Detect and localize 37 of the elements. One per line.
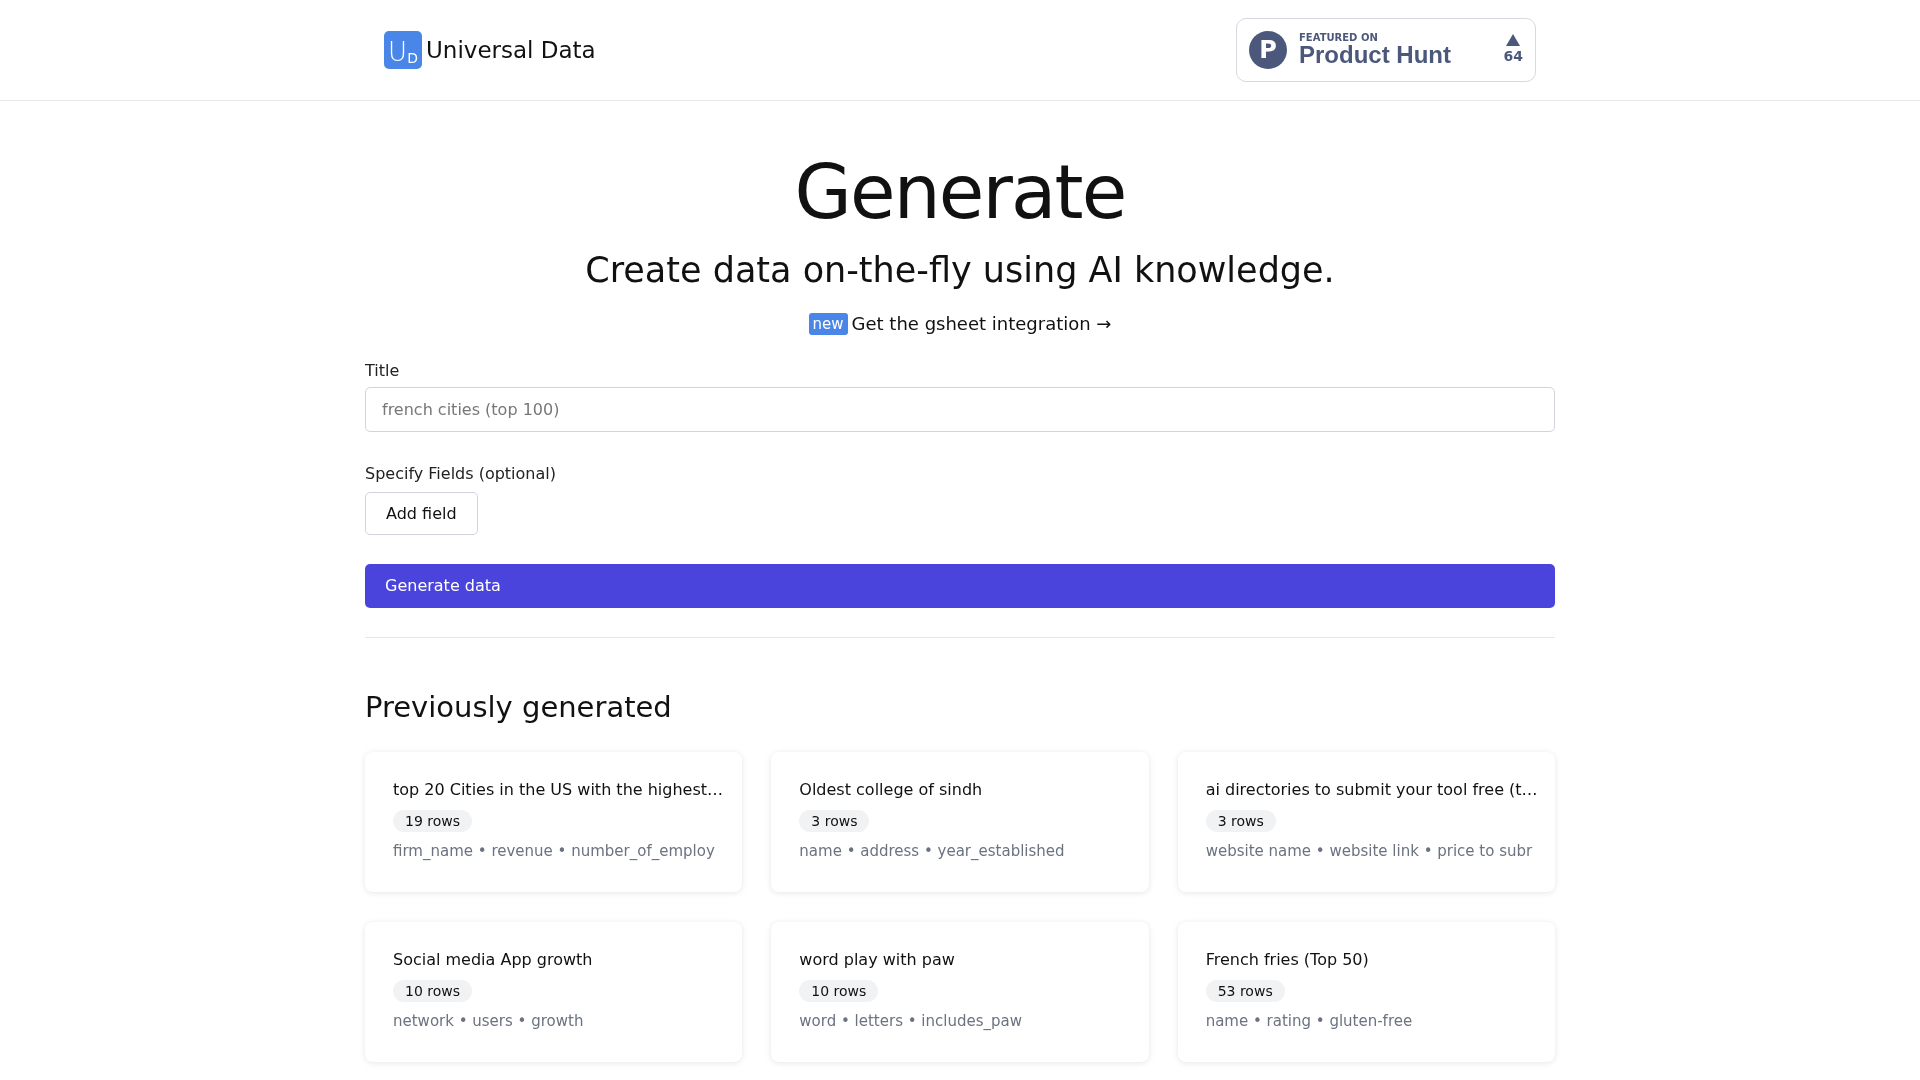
row-count-badge: 10 rows [799, 979, 879, 1002]
field-list: network • users • growth [393, 1009, 584, 1032]
field-list: name • rating • gluten-free [1205, 1009, 1413, 1032]
row-count-badge: 3 rows [799, 809, 870, 832]
row-count-badge: 19 rows [393, 809, 473, 832]
fields-label: Specify Fields (optional) [365, 463, 557, 485]
dataset-card[interactable]: Oldest college of sindh 3 rows name • address • year_established [771, 751, 1149, 892]
brand-name[interactable]: Universal Data [426, 32, 596, 68]
page-subtitle: Create data on-the-fly using AI knowledge. [584, 253, 1336, 288]
row-count-badge: 10 rows [393, 979, 473, 1002]
dataset-card[interactable]: ai directories to submit your tool free (t… 3 rows website name • website link • price to subr [1177, 751, 1555, 892]
dataset-card[interactable]: French fries (Top 50) 53 rows name • rating • gluten-free [1177, 921, 1555, 1062]
logo-icon[interactable]: U D [384, 31, 422, 69]
title-input[interactable]: french cities (top 100) [365, 387, 1555, 432]
upvote-triangle-icon [1506, 33, 1521, 46]
card-title: Social media App growth [393, 948, 593, 971]
card-title: word play with paw [799, 948, 955, 971]
field-list: name • address • year_established [799, 839, 1065, 862]
card-title: French fries (Top 50) [1205, 948, 1369, 971]
card-title: top 20 Cities in the US with the highest… [393, 778, 724, 801]
card-title: ai directories to submit your tool free (t… [1205, 778, 1538, 801]
title-label: Title [365, 360, 401, 382]
generate-data-button[interactable]: Generate data [365, 564, 1555, 608]
section-heading: Previously generated [365, 689, 673, 726]
card-title: Oldest college of sindh [799, 778, 983, 801]
field-list: website name • website link • price to subr [1205, 839, 1533, 862]
dataset-card[interactable]: Social media App growth 10 rows network • users • growth [365, 921, 743, 1062]
field-list: word • letters • includes_paw [799, 1009, 1022, 1032]
dataset-card[interactable]: word play with paw 10 rows word • letters • includes_paw [771, 921, 1149, 1062]
page-title: Generate [793, 155, 1127, 229]
new-tag: new [808, 312, 848, 335]
row-count-badge: 3 rows [1205, 809, 1276, 832]
dataset-card[interactable]: top 20 Cities in the US with the highest… 19 rows firm_name • revenue • number_of_employ [365, 751, 743, 892]
add-field-button[interactable]: Add field [365, 492, 478, 535]
row-count-badge: 53 rows [1205, 979, 1285, 1002]
field-list: firm_name • revenue • number_of_employ [393, 839, 715, 862]
gsheet-integration-link[interactable]: Get the gsheet integration → [851, 310, 1112, 337]
